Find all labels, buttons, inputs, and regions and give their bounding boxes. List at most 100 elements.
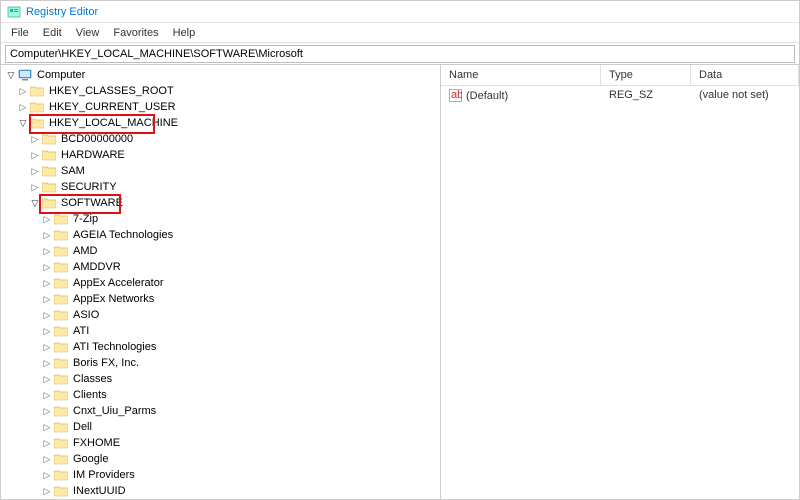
tree-root-computer[interactable]: Computer [3, 67, 440, 83]
tree-item[interactable]: 7-Zip [3, 211, 440, 227]
expand-chevron-icon[interactable] [29, 149, 41, 161]
expand-chevron-icon[interactable] [5, 69, 17, 81]
tree-item[interactable]: ATI [3, 323, 440, 339]
tree-item-hklm[interactable]: HKEY_LOCAL_MACHINE [3, 115, 440, 131]
values-pane[interactable]: Name Type Data (Default) REG_SZ (value n… [441, 65, 799, 499]
folder-icon [54, 469, 68, 481]
expand-chevron-icon[interactable] [41, 229, 53, 241]
expand-chevron-icon[interactable] [41, 245, 53, 257]
tree-item[interactable]: AppEx Accelerator [3, 275, 440, 291]
folder-icon [42, 149, 56, 161]
value-data: (value not set) [691, 86, 799, 105]
tree-item-label: Dell [71, 421, 94, 433]
string-value-icon [449, 89, 462, 102]
tree-item[interactable]: ASIO [3, 307, 440, 323]
folder-icon [54, 229, 68, 241]
expand-chevron-icon[interactable] [29, 165, 41, 177]
tree-item-label: INextUUID [71, 485, 128, 497]
tree-item-label: SOFTWARE [59, 197, 125, 209]
folder-icon [54, 213, 68, 225]
expand-chevron-icon[interactable] [41, 437, 53, 449]
tree-item-label: ATI [71, 325, 91, 337]
tree-item-label: HKEY_LOCAL_MACHINE [47, 117, 180, 129]
folder-icon [42, 165, 56, 177]
expand-chevron-icon[interactable] [17, 85, 29, 97]
tree-item[interactable]: AppEx Networks [3, 291, 440, 307]
expand-chevron-icon[interactable] [17, 101, 29, 113]
menu-file[interactable]: File [5, 25, 35, 41]
tree-item[interactable]: SECURITY [3, 179, 440, 195]
folder-icon [54, 373, 68, 385]
tree-item[interactable]: HARDWARE [3, 147, 440, 163]
expand-chevron-icon[interactable] [41, 277, 53, 289]
tree-item[interactable]: AGEIA Technologies [3, 227, 440, 243]
tree-item-hkcr[interactable]: HKEY_CLASSES_ROOT [3, 83, 440, 99]
tree-item[interactable]: SAM [3, 163, 440, 179]
expand-chevron-icon[interactable] [41, 453, 53, 465]
folder-icon [54, 261, 68, 273]
expand-chevron-icon[interactable] [29, 197, 41, 209]
expand-chevron-icon[interactable] [29, 181, 41, 193]
tree-item[interactable]: IM Providers [3, 467, 440, 483]
tree-item[interactable]: AMDDVR [3, 259, 440, 275]
folder-icon [54, 485, 68, 497]
tree-item-label: AppEx Accelerator [71, 277, 166, 289]
folder-icon [54, 421, 68, 433]
tree-item[interactable]: ATI Technologies [3, 339, 440, 355]
expand-chevron-icon[interactable] [41, 309, 53, 321]
tree-item[interactable]: FXHOME [3, 435, 440, 451]
tree-item[interactable]: Clients [3, 387, 440, 403]
folder-icon [54, 437, 68, 449]
folder-icon [54, 245, 68, 257]
tree-item[interactable]: Boris FX, Inc. [3, 355, 440, 371]
tree-item-label: BCD00000000 [59, 133, 135, 145]
expand-chevron-icon[interactable] [41, 261, 53, 273]
tree-item[interactable]: Cnxt_Uiu_Parms [3, 403, 440, 419]
tree-item[interactable]: Google [3, 451, 440, 467]
menu-view[interactable]: View [70, 25, 106, 41]
expand-chevron-icon[interactable] [29, 133, 41, 145]
folder-icon [54, 405, 68, 417]
folder-icon [54, 341, 68, 353]
tree-item-label: HKEY_CLASSES_ROOT [47, 85, 176, 97]
tree-item[interactable]: AMD [3, 243, 440, 259]
col-header-type[interactable]: Type [601, 65, 691, 85]
regedit-icon [7, 5, 21, 19]
tree-item-label: ATI Technologies [71, 341, 158, 353]
tree-pane[interactable]: Computer HKEY_CLASSES_ROOT HKEY_CURRENT_US… [1, 65, 441, 499]
expand-chevron-icon[interactable] [41, 421, 53, 433]
expand-chevron-icon[interactable] [41, 357, 53, 369]
tree-item[interactable]: BCD00000000 [3, 131, 440, 147]
expand-chevron-icon[interactable] [17, 117, 29, 129]
tree-item[interactable]: INextUUID [3, 483, 440, 499]
address-input[interactable] [5, 45, 795, 63]
title-bar: Registry Editor [1, 1, 799, 23]
menu-edit[interactable]: Edit [37, 25, 68, 41]
folder-icon [54, 293, 68, 305]
expand-chevron-icon[interactable] [41, 373, 53, 385]
menu-favorites[interactable]: Favorites [107, 25, 164, 41]
value-row[interactable]: (Default) REG_SZ (value not set) [441, 86, 799, 105]
folder-icon [30, 85, 44, 97]
expand-chevron-icon[interactable] [41, 389, 53, 401]
list-header: Name Type Data [441, 65, 799, 86]
tree-item[interactable]: Dell [3, 419, 440, 435]
menu-help[interactable]: Help [167, 25, 202, 41]
expand-chevron-icon[interactable] [41, 341, 53, 353]
tree-item-label: FXHOME [71, 437, 122, 449]
col-header-data[interactable]: Data [691, 65, 799, 85]
tree-item-hkcu[interactable]: HKEY_CURRENT_USER [3, 99, 440, 115]
tree-item-label: IM Providers [71, 469, 137, 481]
tree-item-software[interactable]: SOFTWARE [3, 195, 440, 211]
expand-chevron-icon[interactable] [41, 405, 53, 417]
folder-icon [42, 197, 56, 209]
expand-chevron-icon[interactable] [41, 293, 53, 305]
expand-chevron-icon[interactable] [41, 325, 53, 337]
expand-chevron-icon[interactable] [41, 485, 53, 497]
col-header-name[interactable]: Name [441, 65, 601, 85]
tree-item-label: ASIO [71, 309, 101, 321]
expand-chevron-icon[interactable] [41, 469, 53, 481]
tree-item[interactable]: Classes [3, 371, 440, 387]
expand-chevron-icon[interactable] [41, 213, 53, 225]
folder-icon [54, 309, 68, 321]
